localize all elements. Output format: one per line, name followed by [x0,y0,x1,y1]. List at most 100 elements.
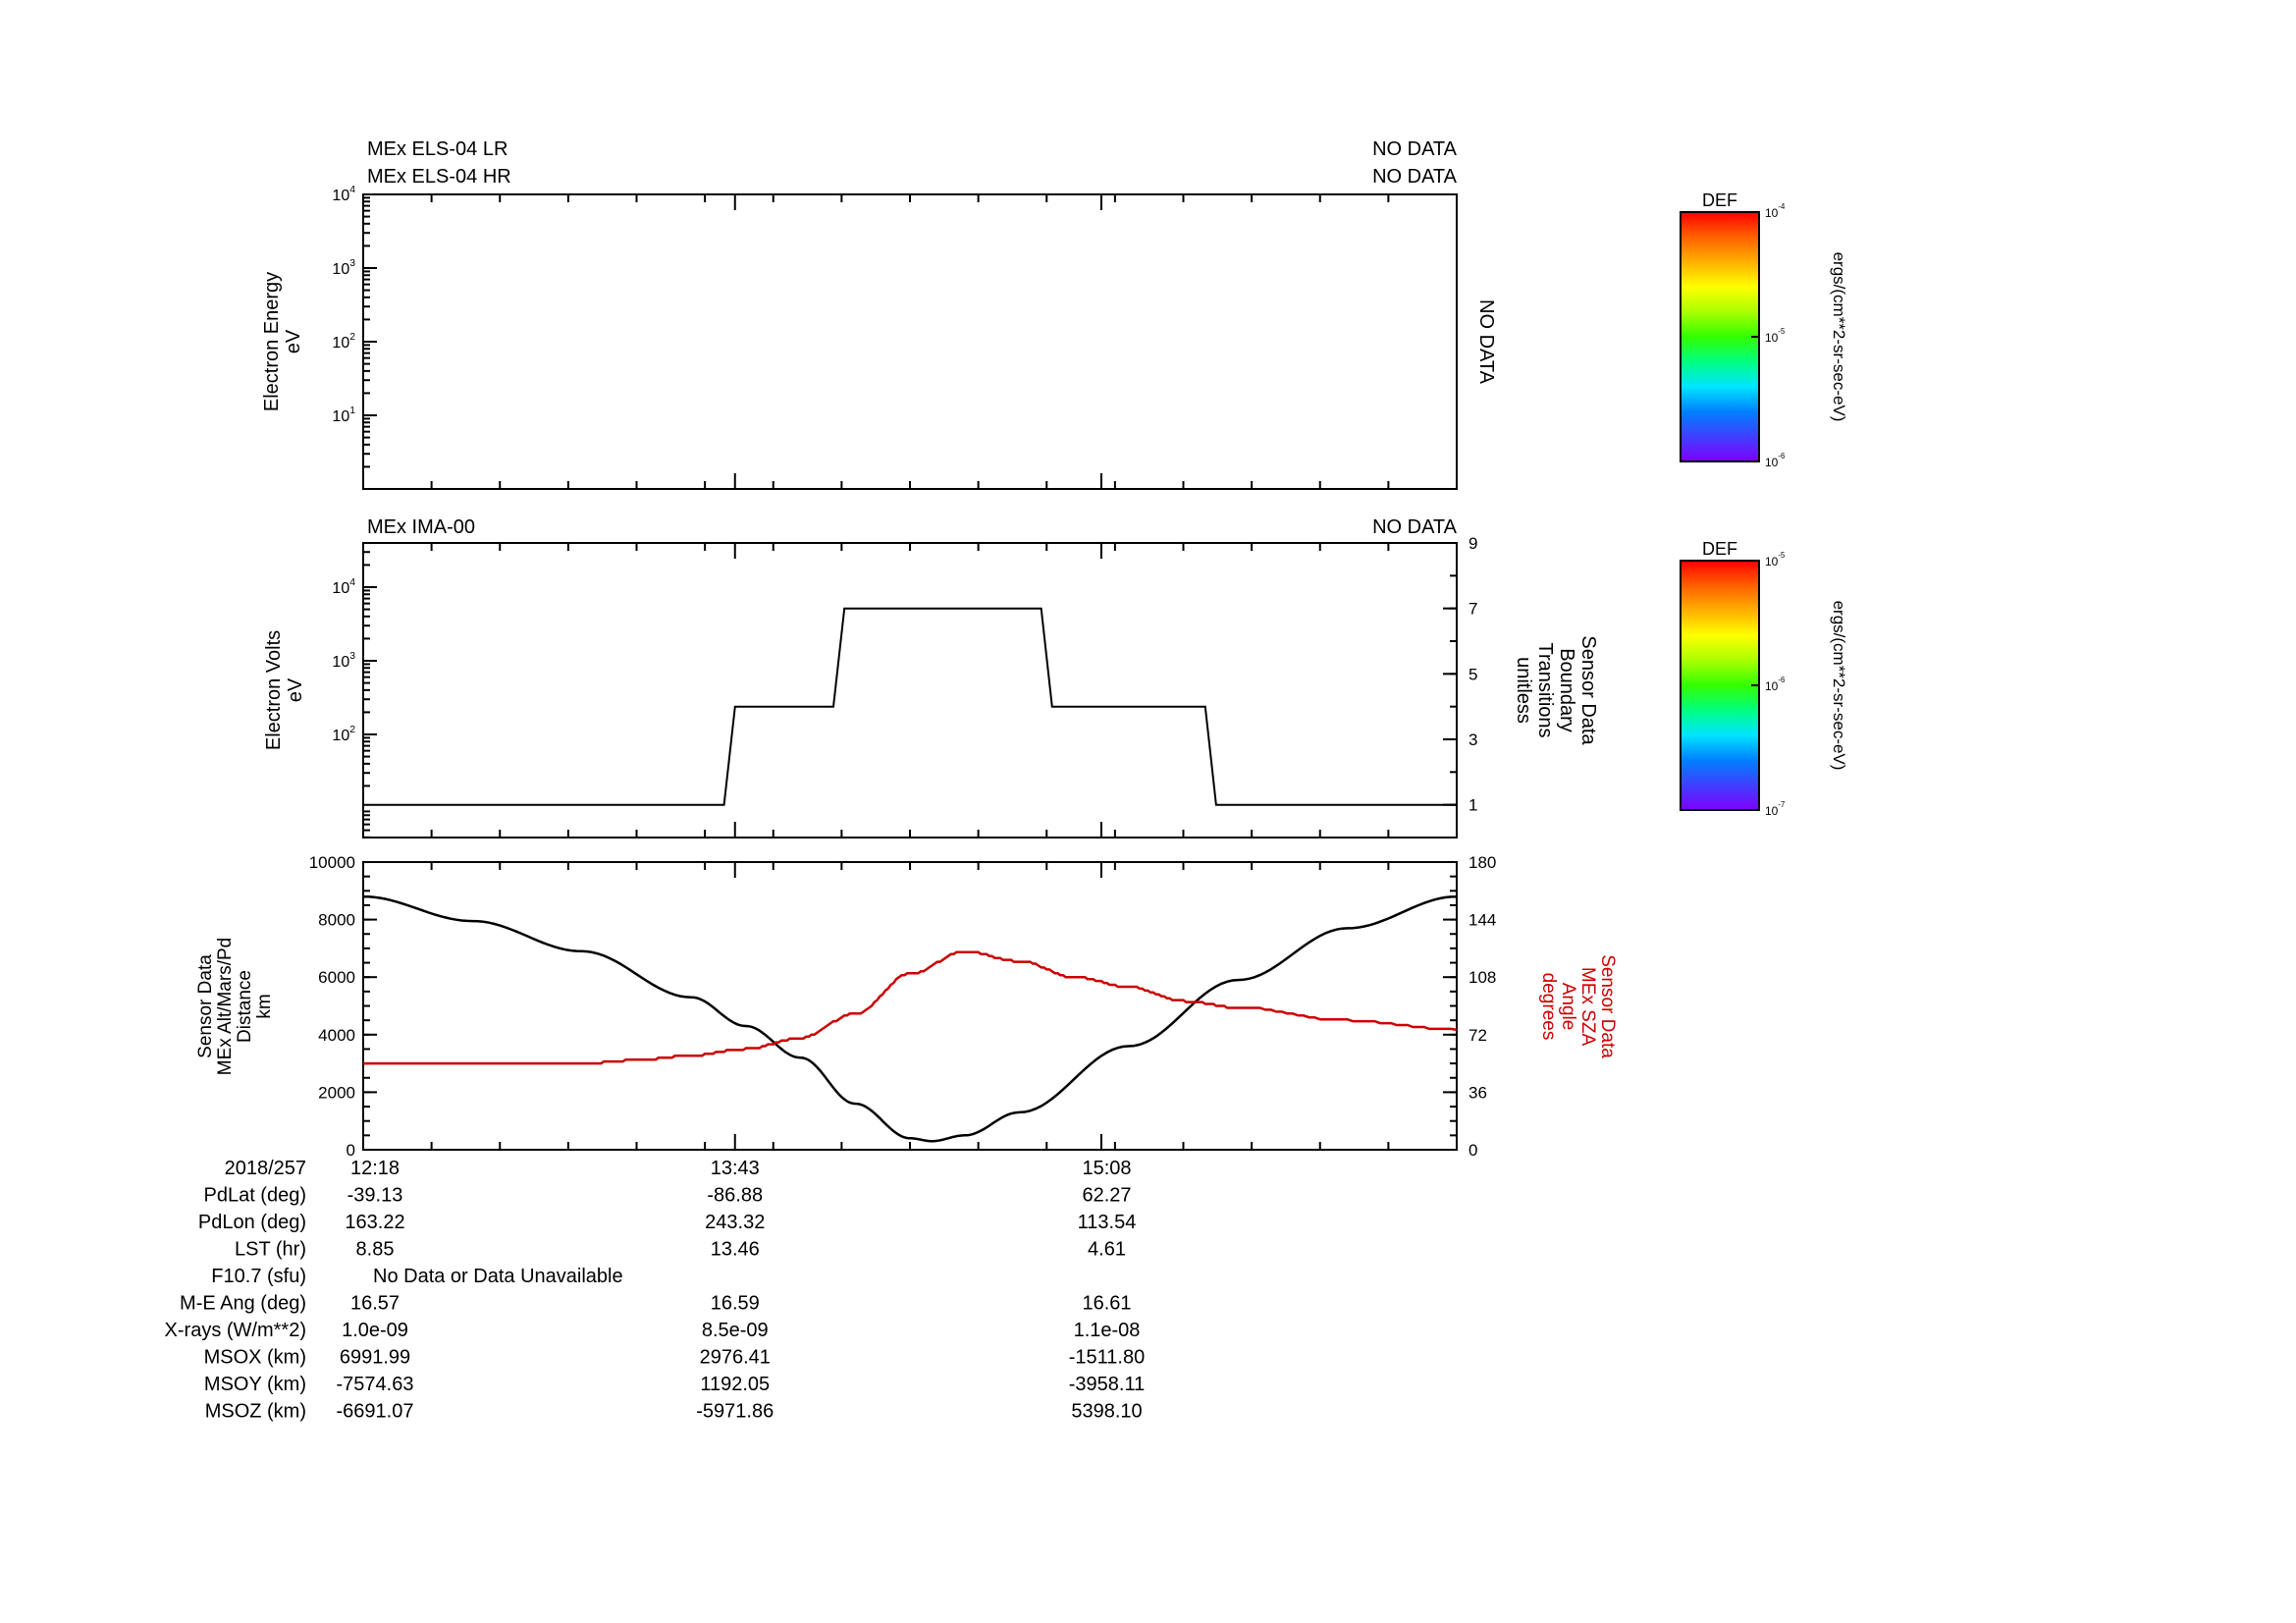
colorbar-ima-title: DEF [1702,539,1737,559]
ephemeris-value: 12:18 [350,1158,400,1179]
els-hr-status: NO DATA [1372,166,1458,188]
ima-right-ticks: 9 7 5 3 1 [1443,534,1477,839]
distance-y-tick-label: 4000 [318,1026,355,1045]
els-y-tick-label: 103 [332,258,355,278]
ima-plot-frame [362,542,1458,839]
distance-series-line [362,894,1458,1143]
ephemeris-value: 15:08 [1082,1158,1131,1179]
ima-y-tick-label: 104 [332,577,355,597]
ima-x-ticks [430,543,1390,838]
colorbar-ima-tick-label: 10-6 [1765,676,1785,693]
sza-y-tick-label: 144 [1468,911,1496,930]
boundary-transitions-line [363,607,1457,806]
sza-y-tick-label: 36 [1468,1083,1487,1102]
ephemeris-value: 13.46 [711,1239,760,1261]
sza-right-ticks: 180 144 108 72 36 0 [1443,853,1496,1160]
ima-right-tick-label: 3 [1468,730,1477,749]
ima-right-tick-label: 5 [1468,665,1477,683]
sza-y-tick-label: 0 [1468,1141,1477,1160]
ephemeris-row-label: X-rays (W/m**2) [165,1320,306,1341]
ephemeris-row-label: MSOX (km) [204,1347,306,1369]
distance-y-tick-label: 2000 [318,1083,355,1102]
colorbar-els-tick-label: 10-5 [1765,327,1786,345]
ephemeris-value: 16.57 [350,1293,400,1315]
ephemeris-row-label: F10.7 (sfu) [211,1266,306,1287]
els-x-ticks [430,194,1390,489]
sza-right-label: Sensor DataMEx SZAAngledegrees [1538,954,1618,1058]
ephemeris-value: 16.61 [1082,1293,1131,1315]
els-y-ticks: 104 103 102 101 [332,185,377,468]
ephemeris-value: 163.22 [345,1212,404,1233]
ephemeris-value: -39.13 [347,1185,403,1207]
ima-y-ticks: 104 103 102 [332,551,377,839]
sza-series-line [363,950,1458,1065]
ephemeris-value: -1511.80 [1069,1347,1145,1369]
ima-right-label-line: Boundary [1556,648,1577,732]
ephemeris-value: 6991.99 [340,1347,410,1369]
ephemeris-row-label: M-E Ang (deg) [180,1293,306,1315]
ima-right-tick-label: 7 [1468,600,1477,619]
distance-y-tick-label: 6000 [318,968,355,987]
els-hr-title: MEx ELS-04 HR [367,166,511,188]
ephemeris-value: -5971.86 [696,1401,774,1423]
figure-canvas: MEx ELS-04 LR MEx ELS-04 HR NO DATA NO D… [165,138,1848,1423]
ima-panel: MEx IMA-00 NO DATA 104 103 102 9 7 5 3 1 Elect… [263,516,1599,839]
els-y-tick-label: 101 [332,406,355,425]
distance-plot-frame [362,861,1458,1151]
ephemeris-value: 1.1e-08 [1074,1320,1141,1341]
ima-ylabel-line1: Electron Volts [263,630,285,750]
distance-x-ticks [430,862,1390,1150]
ephemeris-value: 8.5e-09 [702,1320,769,1341]
ephemeris-value: 2976.41 [700,1347,771,1369]
sza-right-label-line: degrees [1538,973,1559,1041]
ima-ylabel-line2: eV [285,677,306,702]
els-nodata-label: NO DATA [1475,299,1497,385]
els-ylabel-line1: Electron Energy [261,272,283,411]
els-y-tick-label: 104 [332,185,355,204]
ima-y-tick-label: 102 [332,725,355,744]
distance-left-label-line: km [254,994,275,1018]
ephemeris-row-label: LST (hr) [235,1239,306,1261]
ephemeris-value: 5398.10 [1071,1401,1142,1423]
colorbar-els-tick-label: 10-4 [1765,202,1786,220]
colorbar-ima-tick-label: 10-5 [1765,551,1786,568]
colorbar-ima-unit: ergs/(cm**2-sr-sec-eV) [1830,601,1848,771]
ephemeris-row-label: PdLon (deg) [198,1212,306,1233]
distance-y-tick-label: 8000 [318,911,355,930]
ephemeris-value: No Data or Data Unavailable [373,1266,623,1287]
colorbar-els-unit: ergs/(cm**2-sr-sec-eV) [1830,252,1848,422]
ima-right-tick-label: 1 [1468,796,1477,815]
ephemeris-value: -7574.63 [337,1374,414,1395]
distance-y-tick-label: 10000 [309,853,355,872]
distance-left-label-line: MEx Alt/Mars/Pd [215,938,236,1075]
els-lr-title: MEx ELS-04 LR [367,138,507,160]
ephemeris-row-label: PdLat (deg) [203,1185,306,1207]
ima-right-label-line: Transitions [1534,642,1556,737]
ephemeris-value: 62.27 [1082,1185,1131,1207]
colorbar-ima-scale [1680,560,1760,811]
distance-left-label-line: Sensor Data [195,954,216,1058]
ephemeris-value: -3958.11 [1069,1374,1145,1395]
ephemeris-row-label: 2018/257 [225,1158,306,1179]
els-ylabel-line2: eV [283,329,304,353]
ephemeris-table: 2018/257 12:18 13:43 15:08 PdLat (deg) -39.13… [165,1158,1146,1423]
colorbar-els-scale [1680,211,1760,462]
ephemeris-value: 113.54 [1078,1212,1137,1233]
els-y-tick-label: 102 [332,332,355,352]
els-plot-frame [362,193,1458,490]
ephemeris-value: 8.85 [356,1239,395,1261]
ima-right-label-line: unitless [1513,657,1534,724]
sza-right-label-line: Angle [1558,983,1578,1031]
ephemeris-value: 1.0e-09 [342,1320,408,1341]
sza-y-tick-label: 108 [1468,968,1496,987]
ephemeris-value: 16.59 [711,1293,760,1315]
sza-right-label-line: Sensor Data [1597,954,1618,1058]
colorbar-ima: DEF 10-5 10-6 10-7 ergs/(cm**2-sr-sec-eV) [1680,539,1848,818]
sza-y-tick-label: 72 [1468,1026,1487,1045]
ima-right-tick-label: 9 [1468,534,1477,553]
colorbar-els-tick-label: 10-6 [1765,452,1785,469]
ima-status: NO DATA [1372,516,1458,538]
distance-left-label-line: Distance [235,970,255,1043]
els-lr-status: NO DATA [1372,138,1458,160]
sza-right-label-line: MEx SZA [1577,967,1598,1047]
